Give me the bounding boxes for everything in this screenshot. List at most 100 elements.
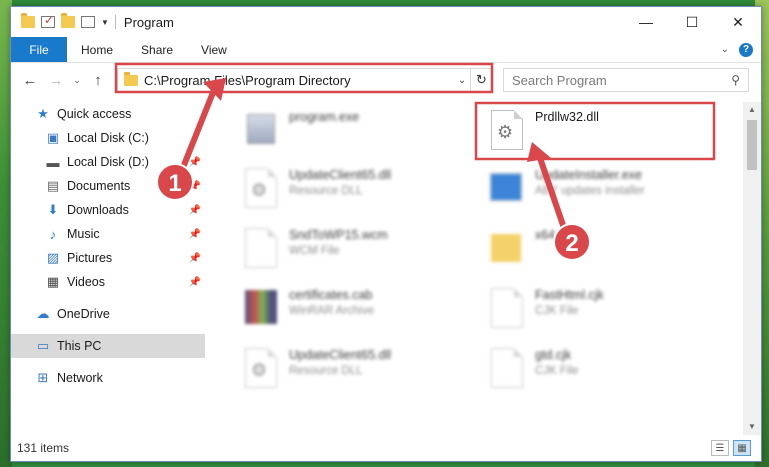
list-item[interactable]: program.exe (241, 108, 481, 162)
sidebar-item-onedrive[interactable]: ☁ OneDrive (11, 302, 205, 326)
tab-view[interactable]: View (187, 37, 241, 62)
pin-icon: 📌 (188, 204, 201, 216)
search-input[interactable] (512, 72, 732, 88)
list-item[interactable]: gtd.cjk CJK File (487, 346, 727, 400)
pin-icon: 📌 (188, 276, 201, 288)
quick-access-toolbar: ▼ (11, 13, 116, 29)
folder-icon (21, 13, 35, 28)
pin-icon: 📌 (188, 228, 201, 240)
up-arrow-icon[interactable]: ↑ (85, 68, 111, 92)
archive-icon (241, 286, 279, 330)
file-type: WinRAR Archive (289, 305, 374, 317)
list-item[interactable]: ⚙ UpdateClient65.dll Resource DLL (241, 166, 481, 220)
file-list: program.exe ⚙ Prdllw32.dll ⚙ UpdateClien… (205, 102, 743, 435)
list-item[interactable]: ⚙ UpdateClient65.dll Resource DLL (241, 346, 481, 400)
videos-icon: ▦ (46, 274, 60, 289)
pictures-icon: ▨ (46, 250, 60, 265)
list-item[interactable]: x64 (487, 226, 727, 280)
sidebar-item-label: Network (57, 371, 103, 385)
back-arrow-icon[interactable]: ← (17, 68, 43, 92)
title-divider (114, 15, 116, 29)
qat-dropdown-icon[interactable]: ▼ (101, 18, 109, 27)
sidebar-item-pictures[interactable]: ▨ Pictures 📌 (11, 246, 205, 270)
file-type: Resource DLL (289, 365, 363, 377)
sidebar-item-label: Local Disk (C:) (67, 131, 149, 145)
close-button[interactable]: ✕ (715, 7, 761, 37)
tab-home[interactable]: Home (67, 37, 127, 62)
sidebar-item-label: Local Disk (D:) (67, 155, 149, 169)
file-name: SndToWP15.wcm (289, 228, 388, 242)
tiles-view-icon[interactable]: ▦ (733, 440, 751, 456)
address-bar[interactable]: C:\Program Files\Program Directory ⌄ ↻ (117, 68, 493, 92)
view-toggle: ☰ ▦ (711, 440, 761, 456)
documents-icon: ▤ (46, 178, 60, 193)
sidebar-item-label: This PC (57, 339, 102, 353)
pin-icon: 📌 (188, 252, 201, 264)
file-name: UpdateInstaller.exe (535, 168, 643, 182)
rename-icon[interactable] (81, 16, 95, 28)
sidebar-item-quick-access[interactable]: ★ Quick access (11, 102, 205, 126)
refresh-icon[interactable]: ↻ (470, 69, 492, 91)
tab-file[interactable]: File (11, 37, 67, 62)
cloud-icon: ☁ (36, 306, 50, 321)
downloads-icon: ⬇ (47, 202, 59, 217)
file-icon (241, 226, 279, 270)
file-type: CJK File (535, 365, 579, 377)
sidebar-item-this-pc[interactable]: ▭ This PC (11, 334, 205, 358)
list-item[interactable]: certificates.cab WinRAR Archive (241, 286, 481, 340)
maximize-button[interactable]: ☐ (669, 7, 715, 37)
file-type: Resource DLL (289, 185, 363, 197)
address-path[interactable]: C:\Program Files\Program Directory (144, 73, 454, 88)
sidebar-item-local-disk-c[interactable]: ▣ Local Disk (C:) (11, 126, 205, 150)
search-icon[interactable]: ⚲ (731, 73, 740, 87)
list-item[interactable]: SndToWP15.wcm WCM File (241, 226, 481, 280)
details-view-icon[interactable]: ☰ (711, 440, 729, 456)
file-name: program.exe (289, 110, 360, 124)
pin-icon: 📌 (188, 156, 201, 168)
installer-icon (487, 166, 525, 210)
computer-icon: ▭ (36, 338, 50, 353)
sidebar-item-label: Music (67, 227, 100, 241)
sidebar-item-label: Downloads (67, 203, 129, 217)
help-icon[interactable]: ? (739, 42, 753, 57)
address-folder-icon (124, 71, 138, 86)
recent-locations-chevron-icon[interactable]: ⌄ (69, 68, 85, 92)
forward-arrow-icon[interactable]: → (43, 68, 69, 92)
dll-icon: ⚙ (241, 346, 279, 390)
vertical-scrollbar[interactable]: ▲ ▼ (743, 102, 761, 435)
scroll-down-icon[interactable]: ▼ (743, 419, 761, 435)
sidebar-item-network[interactable]: ⊞ Network (11, 366, 205, 390)
sidebar-item-label: Videos (67, 275, 105, 289)
sidebar-item-music[interactable]: ♪ Music 📌 (11, 222, 205, 246)
list-item[interactable]: FastHtml.cjk CJK File (487, 286, 727, 340)
list-item[interactable]: UpdateInstaller.exe ABY updates installe… (487, 166, 727, 220)
new-folder-icon[interactable] (61, 13, 75, 28)
sidebar-item-videos[interactable]: ▦ Videos 📌 (11, 270, 205, 294)
title-bar: ▼ Program — ☐ ✕ (11, 7, 761, 37)
status-bar: 131 items ☰ ▦ (11, 435, 761, 461)
scroll-up-icon[interactable]: ▲ (743, 102, 761, 118)
properties-check-icon[interactable] (41, 13, 55, 28)
music-icon: ♪ (49, 226, 57, 242)
sidebar-item-label: Documents (67, 179, 131, 193)
search-box[interactable]: ⚲ (503, 68, 749, 92)
list-item-highlighted[interactable]: ⚙ Prdllw32.dll (487, 108, 727, 162)
tab-share[interactable]: Share (127, 37, 187, 62)
file-icon (487, 286, 525, 330)
pin-icon: 📌 (188, 180, 201, 192)
sidebar-item-downloads[interactable]: ⬇ Downloads 📌 (11, 198, 205, 222)
window-controls: — ☐ ✕ (623, 7, 761, 37)
file-name: certificates.cab (289, 288, 373, 302)
expand-ribbon-chevron-icon[interactable]: ⌄ (721, 44, 729, 55)
file-name: UpdateClient65.dll (289, 348, 392, 362)
sidebar-item-documents[interactable]: ▤ Documents 📌 (11, 174, 205, 198)
minimize-button[interactable]: — (623, 7, 669, 37)
file-name: x64 (535, 228, 556, 242)
address-dropdown-icon[interactable]: ⌄ (454, 75, 470, 86)
item-count: 131 items (17, 441, 70, 455)
file-icon (487, 346, 525, 390)
sidebar-item-local-disk-d[interactable]: ▬ Local Disk (D:) 📌 (11, 150, 205, 174)
scroll-thumb[interactable] (747, 120, 757, 170)
